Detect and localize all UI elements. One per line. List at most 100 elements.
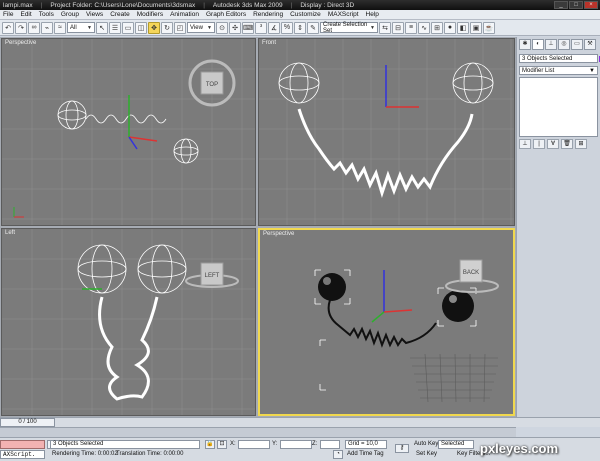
schematic-view-icon[interactable]: ⊞ bbox=[431, 21, 443, 34]
window-crossing-icon[interactable]: ◫ bbox=[135, 21, 147, 34]
show-end-result-icon[interactable]: | bbox=[533, 139, 545, 149]
viewcube-left[interactable]: LEFT bbox=[185, 262, 239, 288]
rendering-time: Rendering Time: 0:00:02 bbox=[52, 451, 118, 457]
viewcube-label: BACK bbox=[463, 270, 479, 276]
add-time-tag[interactable]: Add Time Tag bbox=[347, 450, 384, 459]
rendered-frame-icon[interactable]: ▣ bbox=[470, 21, 482, 34]
named-selection-dropdown[interactable]: Create Selection Set ▼ bbox=[320, 22, 378, 34]
select-move-icon[interactable]: ✥ bbox=[148, 21, 160, 34]
pin-stack-icon[interactable]: ⊥ bbox=[519, 139, 531, 149]
menu-graph-editors[interactable]: Graph Editors bbox=[206, 11, 246, 18]
select-by-name-icon[interactable]: ☰ bbox=[109, 21, 121, 34]
link-icon[interactable]: ∞ bbox=[28, 21, 40, 34]
set-key-icon[interactable]: ⚷ bbox=[395, 444, 409, 453]
key-mode-dropdown[interactable]: Selected bbox=[438, 440, 474, 449]
create-tab-icon[interactable]: ✱ bbox=[519, 39, 531, 50]
material-editor-icon[interactable]: ● bbox=[444, 21, 456, 34]
viewport-area: Perspective TOP Front Left LEFT Perspect… bbox=[0, 37, 516, 417]
perspective-grid bbox=[410, 353, 498, 403]
menu-tools[interactable]: Tools bbox=[39, 11, 54, 18]
select-object-icon[interactable]: ↖ bbox=[96, 21, 108, 34]
menu-bar: File Edit Tools Group Views Create Modif… bbox=[0, 10, 600, 20]
edit-named-selection-icon[interactable]: ✎ bbox=[307, 21, 319, 34]
quick-render-icon[interactable]: ☕ bbox=[483, 21, 495, 34]
command-panel-tabs: ✱ ◐ ⊥ ◎ ▭ ⚒ bbox=[517, 37, 600, 52]
reference-coordinate-dropdown[interactable]: View ▼ bbox=[187, 22, 215, 33]
hierarchy-tab-icon[interactable]: ⊥ bbox=[545, 39, 557, 50]
modifier-list-dropdown[interactable]: Modifier List ▼ bbox=[519, 66, 598, 75]
gizmo-axes bbox=[385, 65, 419, 108]
menu-edit[interactable]: Edit bbox=[20, 11, 31, 18]
remove-modifier-icon[interactable]: 🗑 bbox=[561, 139, 573, 149]
viewport-top-left[interactable]: Perspective TOP bbox=[1, 38, 256, 226]
undo-icon[interactable]: ↶ bbox=[2, 21, 14, 34]
menu-file[interactable]: File bbox=[3, 11, 13, 18]
unlink-icon[interactable]: ⌁ bbox=[41, 21, 53, 34]
select-scale-icon[interactable]: ◰ bbox=[174, 21, 186, 34]
track-bar[interactable] bbox=[0, 427, 516, 437]
object-name-field[interactable]: 3 Objects Selected bbox=[519, 54, 600, 63]
menu-help[interactable]: Help bbox=[366, 11, 379, 18]
angle-snap-icon[interactable]: ∡ bbox=[268, 21, 280, 34]
world-axis-tripod bbox=[13, 207, 24, 218]
menu-animation[interactable]: Animation bbox=[170, 11, 199, 18]
select-rotate-icon[interactable]: ↻ bbox=[161, 21, 173, 34]
viewcube-label: LEFT bbox=[205, 273, 220, 279]
viewport-bottom-right[interactable]: Perspective BACK bbox=[258, 228, 515, 416]
time-slider-bar[interactable]: 0 / 100 bbox=[0, 417, 600, 427]
viewcube-back[interactable]: BACK bbox=[445, 259, 499, 293]
minimize-button[interactable]: _ bbox=[554, 1, 568, 9]
curve-editor-icon[interactable]: ∿ bbox=[418, 21, 430, 34]
selection-filter-dropdown[interactable]: All ▼ bbox=[67, 22, 95, 33]
menu-views[interactable]: Views bbox=[86, 11, 103, 18]
configure-sets-icon[interactable]: ⊞ bbox=[575, 139, 587, 149]
absolute-mode-icon[interactable]: ⊡ bbox=[217, 440, 227, 449]
set-key-button[interactable]: Set Key bbox=[416, 450, 437, 459]
bind-space-warp-icon[interactable]: ≈ bbox=[54, 21, 66, 34]
scene-render: BACK bbox=[314, 259, 499, 403]
auto-key-button[interactable]: Auto Key bbox=[414, 440, 438, 449]
y-coordinate-field[interactable] bbox=[280, 440, 312, 449]
snap-toggle-icon[interactable]: ³ bbox=[255, 21, 267, 34]
modify-tab-icon[interactable]: ◐ bbox=[532, 39, 544, 50]
menu-maxscript[interactable]: MAXScript bbox=[328, 11, 359, 18]
time-slider[interactable]: 0 / 100 bbox=[0, 418, 55, 427]
modifier-stack[interactable] bbox=[519, 77, 598, 137]
z-coordinate-field[interactable] bbox=[320, 440, 340, 449]
viewport-bottom-left[interactable]: Left LEFT bbox=[1, 228, 256, 416]
rect-selection-icon[interactable]: ▭ bbox=[122, 21, 134, 34]
close-button[interactable]: × bbox=[584, 1, 598, 9]
app-name: Autodesk 3ds Max 2009 bbox=[212, 1, 283, 9]
maxscript-listener-mini[interactable] bbox=[0, 440, 45, 449]
menu-group[interactable]: Group bbox=[61, 11, 79, 18]
menu-rendering[interactable]: Rendering bbox=[253, 11, 283, 18]
pivot-center-icon[interactable]: ⊙ bbox=[216, 21, 228, 34]
keyboard-shortcut-icon[interactable]: ⌨ bbox=[242, 21, 254, 34]
menu-customize[interactable]: Customize bbox=[290, 11, 321, 18]
motion-tab-icon[interactable]: ◎ bbox=[558, 39, 570, 50]
mirror-icon[interactable]: ⇆ bbox=[379, 21, 391, 34]
menu-create[interactable]: Create bbox=[110, 11, 130, 18]
percent-snap-icon[interactable]: % bbox=[281, 21, 293, 34]
align-icon[interactable]: ⊟ bbox=[392, 21, 404, 34]
maximize-button[interactable]: □ bbox=[569, 1, 583, 9]
maxscript-input[interactable]: AXScript. bbox=[0, 450, 45, 459]
redo-icon[interactable]: ↷ bbox=[15, 21, 27, 34]
chevron-down-icon: ▼ bbox=[589, 67, 595, 74]
viewport-top-right[interactable]: Front bbox=[258, 38, 515, 226]
lamp-wireframe bbox=[57, 100, 199, 164]
grid-setting: Grid = 10,0 bbox=[345, 440, 387, 449]
layer-manager-icon[interactable]: ≡ bbox=[405, 21, 417, 34]
render-setup-icon[interactable]: ◧ bbox=[457, 21, 469, 34]
lock-selection-icon[interactable]: 🔒 bbox=[205, 440, 215, 449]
file-name: lampi.max bbox=[3, 1, 33, 9]
utilities-tab-icon[interactable]: ⚒ bbox=[584, 39, 596, 50]
scene-render: LEFT bbox=[2, 229, 255, 415]
menu-modifiers[interactable]: Modifiers bbox=[137, 11, 163, 18]
select-manipulate-icon[interactable]: ✣ bbox=[229, 21, 241, 34]
display-tab-icon[interactable]: ▭ bbox=[571, 39, 583, 50]
time-tag-icon[interactable]: ◔ bbox=[333, 450, 343, 459]
spinner-snap-icon[interactable]: ⇕ bbox=[294, 21, 306, 34]
make-unique-icon[interactable]: ∀ bbox=[547, 139, 559, 149]
x-coordinate-field[interactable] bbox=[238, 440, 270, 449]
